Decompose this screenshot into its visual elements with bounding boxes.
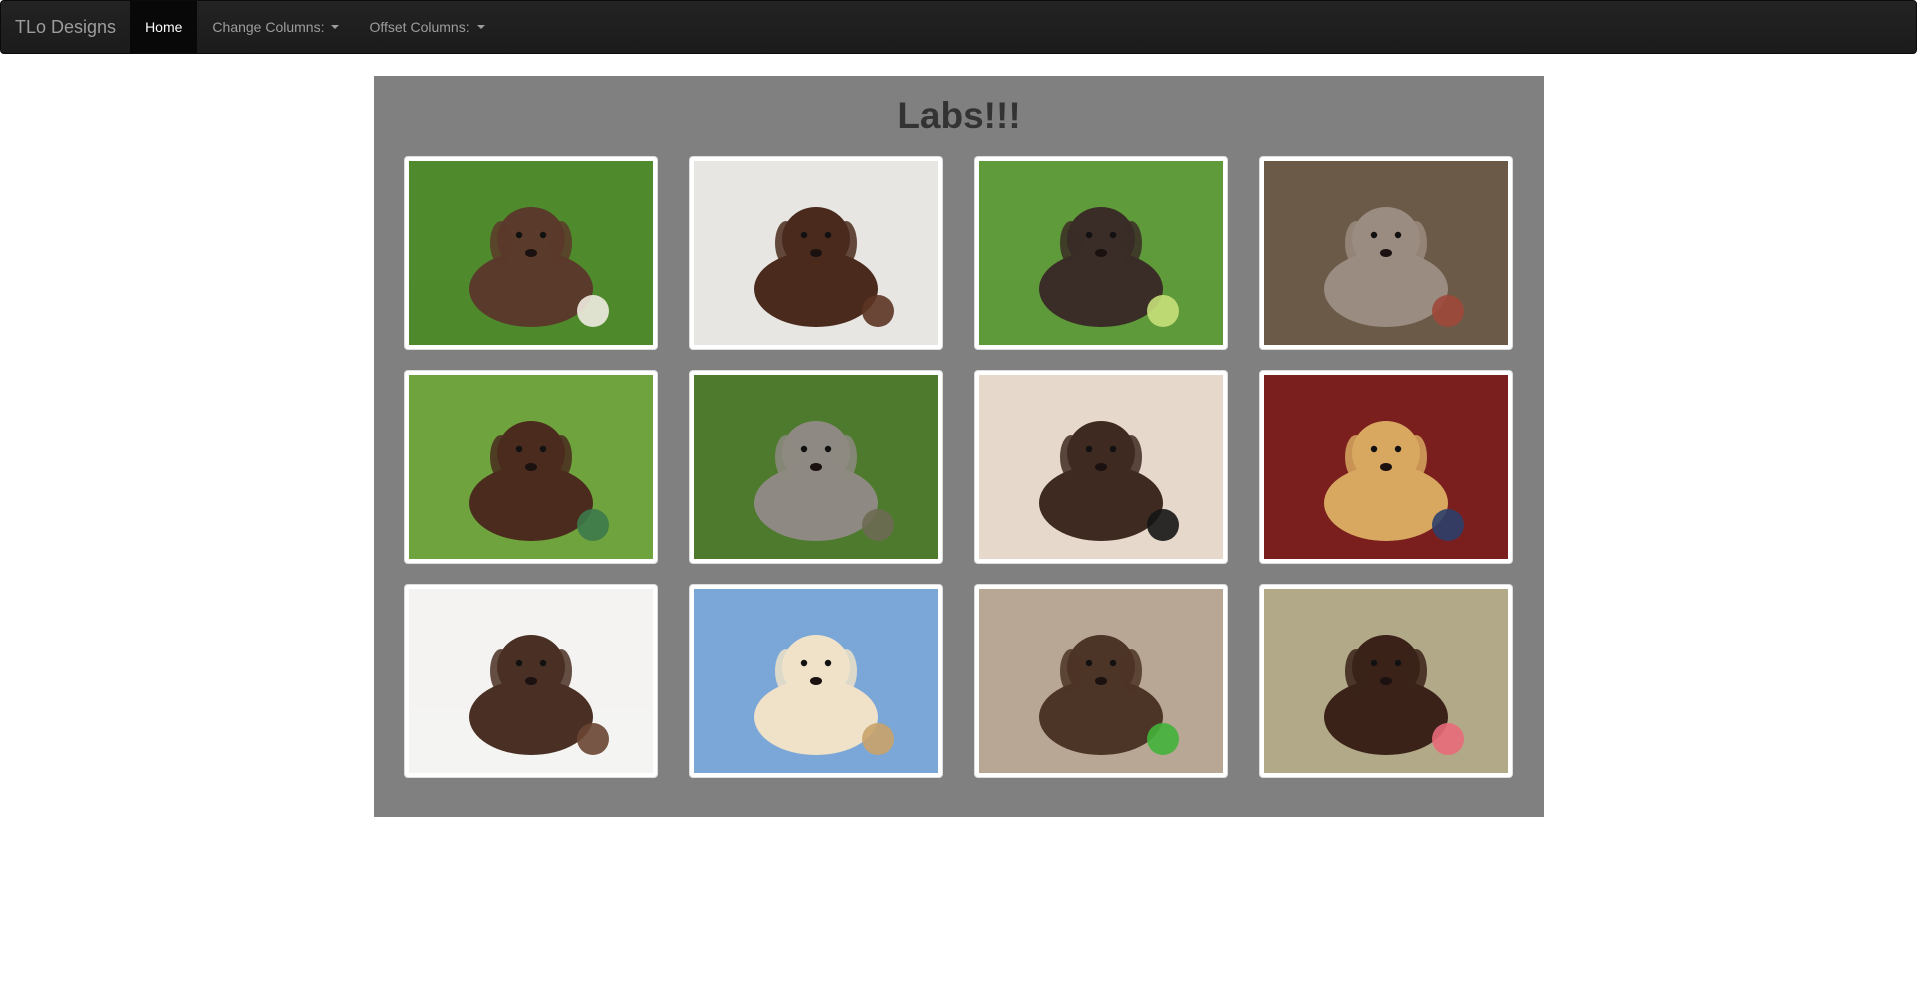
thumbnail-silver-puppy-sitting-by-tree[interactable] [689, 370, 943, 564]
puppy-photo [409, 161, 653, 345]
thumbnail-chocolate-lab-lying-on-dry-grass[interactable] [1259, 584, 1513, 778]
puppy-photo [1264, 589, 1508, 773]
caret-down-icon [331, 25, 340, 29]
nav-change-columns-dropdown[interactable]: Change Columns: [197, 1, 354, 53]
thumbnail-golden-puppies-with-christmas-presents[interactable] [1259, 370, 1513, 564]
thumbnail-chocolate-puppy-with-ball-on-grass[interactable] [974, 156, 1228, 350]
thumbnail-black-and-chocolate-puppies-cuddling[interactable] [974, 370, 1228, 564]
thumbnail-grid [404, 156, 1514, 778]
brand-link[interactable]: TLo Designs [1, 1, 130, 53]
puppy-photo [694, 161, 938, 345]
thumbnail-chocolate-puppy-closeup[interactable] [689, 156, 943, 350]
puppy-photo [979, 375, 1223, 559]
gallery-panel: Labs!!! [374, 76, 1544, 817]
puppy-photo [1264, 161, 1508, 345]
caret-down-icon [476, 25, 485, 29]
gallery-title: Labs!!! [897, 95, 1021, 136]
puppy-photo [409, 589, 653, 773]
puppy-photo [1264, 375, 1508, 559]
thumbnail-chocolate-puppy-with-green-ball[interactable] [974, 584, 1228, 778]
nav-offset-columns-dropdown[interactable]: Offset Columns: [354, 1, 499, 53]
puppy-photo [694, 589, 938, 773]
puppy-photo [694, 375, 938, 559]
puppy-photo [979, 589, 1223, 773]
nav-home[interactable]: Home [130, 1, 198, 53]
thumbnail-chocolate-puppy-with-green-bandana[interactable] [404, 370, 658, 564]
nav-offset-columns-label: Offset Columns: [369, 19, 470, 35]
top-navbar: TLo Designs Home Change Columns: Offset … [0, 0, 1917, 54]
nav-home-label: Home [145, 19, 183, 35]
puppy-photo [409, 375, 653, 559]
nav-change-columns-label: Change Columns: [212, 19, 325, 35]
puppy-photo [979, 161, 1223, 345]
thumbnail-yellow-puppy-resting-head[interactable] [689, 584, 943, 778]
thumbnail-chocolate-lab-lying-on-white[interactable] [404, 584, 658, 778]
thumbnail-yellow-and-chocolate-puppies-on-grass[interactable] [404, 156, 658, 350]
thumbnail-silver-puppy-lying-in-garden[interactable] [1259, 156, 1513, 350]
